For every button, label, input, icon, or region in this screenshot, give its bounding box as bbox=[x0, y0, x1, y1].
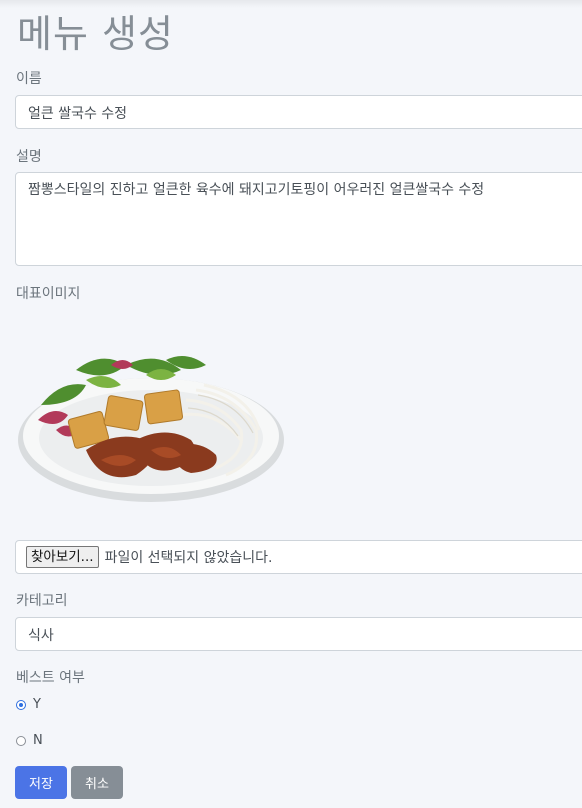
cancel-button[interactable]: 취소 bbox=[71, 766, 123, 799]
description-textarea[interactable]: 짬뽕스타일의 진하고 얼큰한 육수에 돼지고기토핑이 어우러진 얼큰쌀국수 수정 bbox=[15, 172, 582, 266]
image-label: 대표이미지 bbox=[16, 286, 81, 302]
name-label: 이름 bbox=[16, 71, 42, 87]
best-label: 베스트 여부 bbox=[16, 670, 85, 686]
radio-y-label: Y bbox=[33, 697, 41, 712]
file-status: 파일이 선택되지 않았습니다. bbox=[104, 550, 273, 566]
category-label: 카테고리 bbox=[16, 593, 68, 609]
radio-y-icon[interactable] bbox=[16, 699, 26, 710]
file-input[interactable]: 찾아보기... 파일이 선택되지 않았습니다. bbox=[15, 540, 582, 574]
menu-image bbox=[18, 356, 284, 502]
page-title: 메뉴 생성 bbox=[17, 12, 174, 56]
category-select[interactable]: 식사 bbox=[15, 617, 582, 651]
best-radio-n[interactable]: N bbox=[16, 733, 43, 748]
browse-button[interactable]: 찾아보기... bbox=[26, 546, 99, 568]
best-radio-y[interactable]: Y bbox=[16, 697, 41, 712]
name-input[interactable]: 얼큰 쌀국수 수정 bbox=[15, 95, 582, 129]
save-button[interactable]: 저장 bbox=[15, 766, 67, 799]
radio-n-label: N bbox=[33, 733, 43, 748]
description-label: 설명 bbox=[16, 149, 42, 165]
top-shadow bbox=[0, 0, 582, 8]
radio-n-icon[interactable] bbox=[16, 735, 26, 746]
